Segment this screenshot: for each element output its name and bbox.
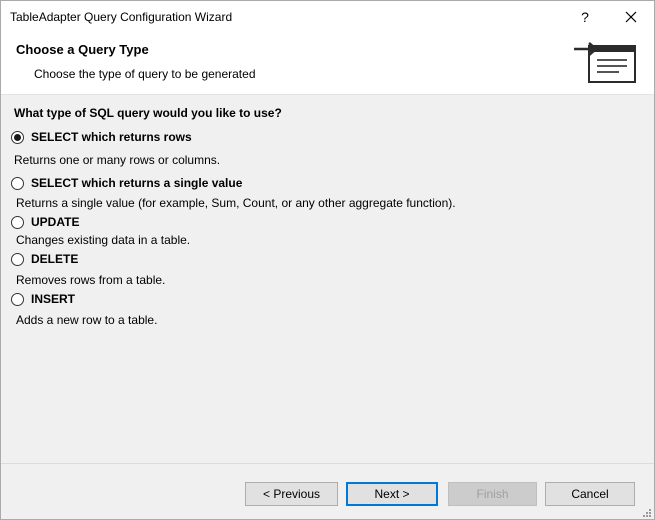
help-glyph: ? — [581, 9, 589, 25]
radio-select-rows[interactable]: SELECT which returns rows — [11, 129, 192, 145]
option-description: Returns one or many rows or columns. — [14, 153, 221, 167]
title-bar: TableAdapter Query Configuration Wizard … — [1, 1, 654, 32]
option-description: Removes rows from a table. — [16, 273, 166, 287]
radio-button[interactable] — [11, 176, 24, 190]
footer-divider — [1, 463, 654, 464]
radio-label: SELECT which returns rows — [31, 130, 192, 144]
previous-button[interactable]: < Previous — [245, 482, 338, 506]
page-subtitle: Choose the type of query to be generated — [34, 67, 256, 81]
close-icon — [625, 11, 637, 23]
wizard-content: What type of SQL query would you like to… — [1, 96, 654, 463]
radio-button[interactable] — [11, 252, 24, 266]
option-description: Adds a new row to a table. — [16, 313, 158, 327]
radio-label: INSERT — [31, 292, 76, 306]
option-description: Changes existing data in a table. — [16, 233, 191, 247]
option-description: Returns a single value (for example, Sum… — [16, 196, 456, 210]
query-type-question: What type of SQL query would you like to… — [14, 106, 282, 120]
wizard-window: TableAdapter Query Configuration Wizard … — [0, 0, 655, 520]
radio-delete[interactable]: DELETE — [11, 251, 78, 267]
radio-label: UPDATE — [31, 215, 80, 229]
wizard-banner-icon — [574, 42, 636, 83]
radio-select-single[interactable]: SELECT which returns a single value — [11, 175, 242, 191]
radio-update[interactable]: UPDATE — [11, 214, 79, 230]
close-button[interactable] — [613, 5, 649, 29]
radio-button[interactable] — [11, 292, 24, 306]
cancel-button[interactable]: Cancel — [545, 482, 635, 506]
radio-label: DELETE — [31, 252, 79, 266]
radio-button-selected[interactable] — [11, 130, 24, 144]
resize-grip-icon[interactable] — [641, 507, 652, 518]
page-title: Choose a Query Type — [16, 42, 149, 57]
next-button[interactable]: Next > — [346, 482, 438, 506]
window-title: TableAdapter Query Configuration Wizard — [10, 10, 233, 24]
radio-label: SELECT which returns a single value — [31, 176, 243, 190]
radio-insert[interactable]: INSERT — [11, 291, 75, 307]
help-button[interactable]: ? — [567, 5, 603, 29]
wizard-header: Choose a Query Type Choose the type of q… — [1, 32, 654, 95]
finish-button[interactable]: Finish — [448, 482, 537, 506]
radio-button[interactable] — [11, 215, 24, 229]
